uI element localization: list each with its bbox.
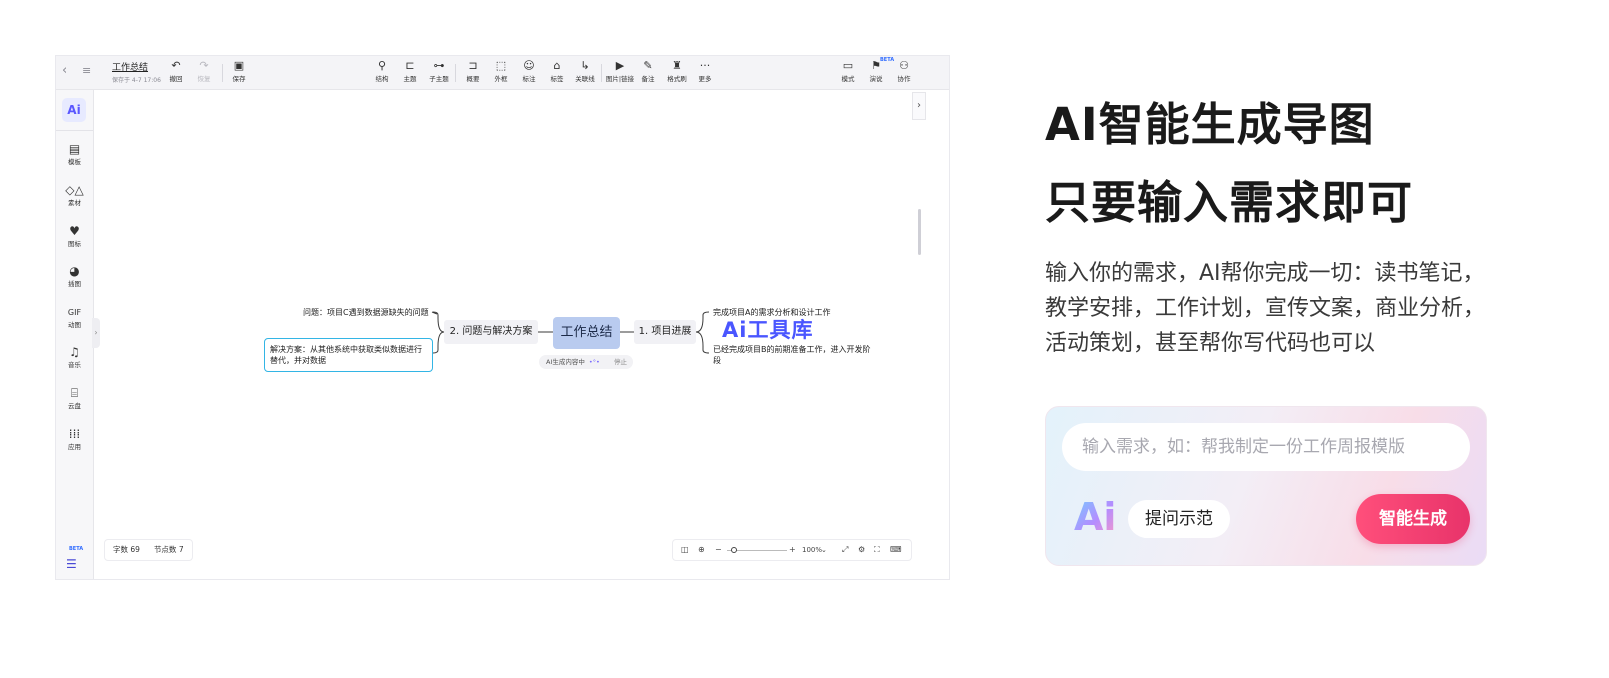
fit-screen-icon[interactable]: ⤢ (842, 540, 848, 560)
ai-generating-status: AI生成内容中 •°• 停止 (539, 355, 633, 369)
locate-icon[interactable]: ⊕ (698, 540, 705, 560)
mindmap-node-solution-selected[interactable]: 解决方案：从其他系统中获取类似数据进行替代，并对数据 (264, 338, 433, 372)
requirement-input[interactable] (1062, 423, 1470, 471)
loading-dots-icon: •°• (588, 358, 600, 366)
zoom-slider-knob[interactable] (731, 547, 737, 553)
smart-generate-button[interactable]: 智能生成 (1356, 494, 1470, 544)
mindmap-app-window: ‹ ≡ 工作总结 保存于 4-7 17:06 ↶ 撤回 ↷ 恢复 ▣ 保存 ⚲ … (55, 55, 950, 580)
zoom-level[interactable]: 100% (802, 540, 822, 560)
mindmap-node-issue[interactable]: 问题：项目C遇到数据源缺失的问题 (303, 307, 429, 318)
promo-headline-1: AI智能生成导图 (1045, 98, 1375, 151)
mindmap-connectors (431, 311, 710, 354)
zoom-out-icon[interactable]: − (715, 540, 722, 560)
mindmap-branch-problems[interactable]: 2. 问题与解决方案 (444, 320, 538, 344)
document-stats: 字数 69 节点数 7 (104, 539, 193, 561)
node-count: 节点数 7 (153, 545, 184, 554)
chevron-down-icon[interactable]: ⌄ (821, 540, 827, 560)
promo-description: 输入你的需求，AI帮你完成一切：读书笔记，教学安排，工作计划，宣传文案，商业分析… (1045, 261, 1486, 356)
fullscreen-icon[interactable]: ⛶ (874, 540, 880, 560)
mindmap-node-project-b[interactable]: 已经完成项目B的前期准备工作，进入开发阶段 (713, 344, 873, 366)
example-question-button[interactable]: 提问示范 (1128, 500, 1230, 538)
ai-logo: Ai (1074, 495, 1117, 539)
bottom-zoom-toolbar: ◫ ⊕ − + 100% ⌄ ⤢ ⚙ ⛶ ⌨ (672, 539, 912, 561)
ai-prompt-card: Ai 提问示范 智能生成 (1045, 406, 1487, 566)
promo-headline-2: 只要输入需求即可 (1045, 176, 1414, 229)
word-count: 字数 69 (113, 545, 140, 554)
zoom-in-icon[interactable]: + (789, 540, 796, 560)
mouse-mode-icon[interactable]: ◫ (681, 540, 689, 560)
stop-generation-button[interactable]: 停止 (614, 355, 627, 369)
mindmap-branch-progress[interactable]: 1. 项目进展 (634, 320, 696, 344)
mindmap-view-icon[interactable]: ⋲ (64, 579, 84, 580)
watermark-logo: Ai工具库 (722, 318, 814, 342)
mindmap-root-node[interactable]: 工作总结 (553, 317, 620, 349)
keyboard-icon[interactable]: ⌨ (890, 540, 902, 560)
settings-gear-icon[interactable]: ⚙ (858, 540, 865, 560)
